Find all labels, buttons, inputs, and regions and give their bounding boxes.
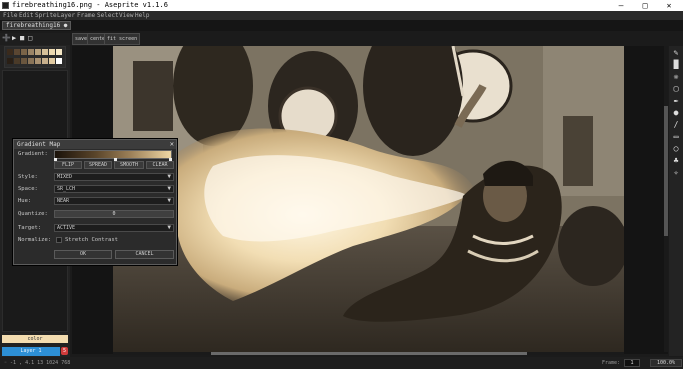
add-color-icon[interactable]: ➕ xyxy=(2,34,11,42)
frame-field[interactable]: 1 xyxy=(624,359,640,367)
color-swatch-bar[interactable]: color xyxy=(2,335,68,343)
left-toolbar: ➕ ▶ ■ □ xyxy=(0,33,70,45)
palette-swatch[interactable] xyxy=(7,58,13,64)
palette-swatch[interactable] xyxy=(49,49,55,55)
cancel-button[interactable]: CANCEL xyxy=(115,250,174,259)
stop-icon[interactable]: ■ xyxy=(20,34,24,42)
close-window-button[interactable]: ✕ xyxy=(658,0,680,11)
ellipse-tool-icon[interactable]: ◯ xyxy=(671,144,681,154)
frame-label: Frame: xyxy=(602,360,621,366)
palette-swatch[interactable] xyxy=(42,49,48,55)
zoom-field[interactable]: 100.0% xyxy=(650,359,682,367)
menu-file[interactable]: File xyxy=(3,11,17,20)
palette-swatch[interactable] xyxy=(49,58,55,64)
space-label: Space: xyxy=(18,186,38,192)
vertical-scroll-thumb[interactable] xyxy=(664,106,668,236)
palette-swatch[interactable] xyxy=(14,49,20,55)
sprite-image[interactable] xyxy=(113,46,624,352)
palette-swatch[interactable] xyxy=(21,49,27,55)
space-value: SR_LCH xyxy=(57,186,76,192)
fit-screen-button[interactable]: fit screen xyxy=(104,33,141,45)
style-value: MIXED xyxy=(57,174,73,180)
menu-edit[interactable]: Edit xyxy=(19,11,33,20)
status-bar: ◦ -1 , 4.1 13 1024 768 Frame: 1 100.0% xyxy=(0,357,683,369)
menu-view[interactable]: View xyxy=(119,11,133,20)
chevron-down-icon: ▼ xyxy=(167,173,171,180)
chevron-down-icon: ▼ xyxy=(167,185,171,192)
palette-swatch[interactable] xyxy=(7,49,13,55)
flip-button[interactable]: FLIP xyxy=(54,161,82,169)
fire-breather-photo xyxy=(113,46,624,352)
pencil-tool-icon[interactable]: ✎ xyxy=(671,48,681,58)
horizontal-scrollbar[interactable] xyxy=(113,352,624,355)
blur-tool-icon[interactable]: ♣ xyxy=(671,156,681,166)
menu-sprite[interactable]: Sprite xyxy=(35,11,57,20)
target-label: Target: xyxy=(18,225,42,231)
dialog-title: Gradient Map xyxy=(14,140,176,149)
hue-value: NEAR xyxy=(57,198,70,204)
target-value: ACTIVE xyxy=(57,225,76,231)
frame-icon[interactable]: □ xyxy=(28,34,32,42)
document-tabs: firebreathing16 ● xyxy=(0,20,683,31)
palette-swatch[interactable] xyxy=(56,58,62,64)
horizontal-scroll-thumb[interactable] xyxy=(211,352,527,355)
menu-layer[interactable]: Layer xyxy=(57,11,75,20)
line-tool-icon[interactable]: ∕ xyxy=(671,120,681,130)
gradient-preview[interactable] xyxy=(54,150,172,159)
rectangle-tool-icon[interactable]: ▭ xyxy=(671,132,681,142)
dialog-close-button[interactable]: ✕ xyxy=(170,140,174,149)
play-icon[interactable]: ▶ xyxy=(12,34,16,42)
palette-swatch[interactable] xyxy=(28,58,34,64)
fill-tool-icon[interactable]: ● xyxy=(671,108,681,118)
palette-swatch[interactable] xyxy=(21,58,27,64)
palette-swatch[interactable] xyxy=(56,49,62,55)
tab-firebreathing16[interactable]: firebreathing16 ● xyxy=(2,21,72,30)
maximize-button[interactable]: □ xyxy=(634,0,656,11)
spread-button[interactable]: SPREAD xyxy=(84,161,112,169)
gradient-label: Gradient: xyxy=(18,151,48,157)
menu-bar: File Edit Sprite Layer Frame Select View… xyxy=(0,11,683,20)
eraser-tool-icon[interactable]: █ xyxy=(671,60,681,70)
ok-button[interactable]: OK xyxy=(54,250,112,259)
palette-swatch[interactable] xyxy=(35,58,41,64)
menu-help[interactable]: Help xyxy=(135,11,149,20)
quantize-slider[interactable]: 0 xyxy=(54,210,174,218)
title-bar: firebreathing16.png - Aseprite v1.1.6 – … xyxy=(0,0,683,11)
style-label: Style: xyxy=(18,174,38,180)
layer-button[interactable]: Layer 1 xyxy=(2,347,60,356)
smooth-button[interactable]: SMOOTH xyxy=(114,161,144,169)
palette-swatch[interactable] xyxy=(42,58,48,64)
palette-swatch[interactable] xyxy=(14,58,20,64)
chevron-down-icon: ▼ xyxy=(167,224,171,231)
layer-count-badge: 5 xyxy=(61,347,68,355)
window-title: firebreathing16.png - Aseprite v1.1.6 xyxy=(12,1,168,9)
marquee-tool-icon[interactable]: ▢ xyxy=(671,84,681,94)
minimize-button[interactable]: – xyxy=(610,0,632,11)
stretch-contrast-checkbox[interactable] xyxy=(56,237,62,243)
menu-select[interactable]: Select xyxy=(97,11,119,20)
target-dropdown[interactable]: ACTIVE ▼ xyxy=(54,224,174,232)
spray-tool-icon[interactable]: ❈ xyxy=(671,72,681,82)
vertical-scrollbar[interactable] xyxy=(664,46,668,352)
normalize-label: Normalize: xyxy=(18,237,52,243)
gradient-map-dialog: Gradient Map ✕ Gradient: FLIP SPREAD SMO… xyxy=(13,139,177,265)
cursor-coordinates: ◦ -1 , 4.1 13 1024 768 xyxy=(4,360,71,366)
space-dropdown[interactable]: SR_LCH ▼ xyxy=(54,185,174,193)
quantize-label: Quantize: xyxy=(18,211,48,217)
menu-frame[interactable]: Frame xyxy=(77,11,95,20)
palette-swatch[interactable] xyxy=(28,49,34,55)
color-palette xyxy=(4,46,66,68)
tools-bar: ✎ █ ❈ ▢ ✒ ● ∕ ▭ ◯ ♣ ✧ xyxy=(669,46,683,356)
chevron-down-icon: ▼ xyxy=(167,197,171,204)
palette-swatch[interactable] xyxy=(35,49,41,55)
eyedropper-tool-icon[interactable]: ✒ xyxy=(671,96,681,106)
stretch-contrast-label: Stretch Contrast xyxy=(65,237,118,243)
app-icon xyxy=(2,2,9,9)
style-dropdown[interactable]: MIXED ▼ xyxy=(54,173,174,181)
clear-button[interactable]: CLEAR xyxy=(146,161,174,169)
hue-label: Hue: xyxy=(18,198,32,204)
hue-dropdown[interactable]: NEAR ▼ xyxy=(54,197,174,205)
sparkle-tool-icon[interactable]: ✧ xyxy=(671,168,681,178)
